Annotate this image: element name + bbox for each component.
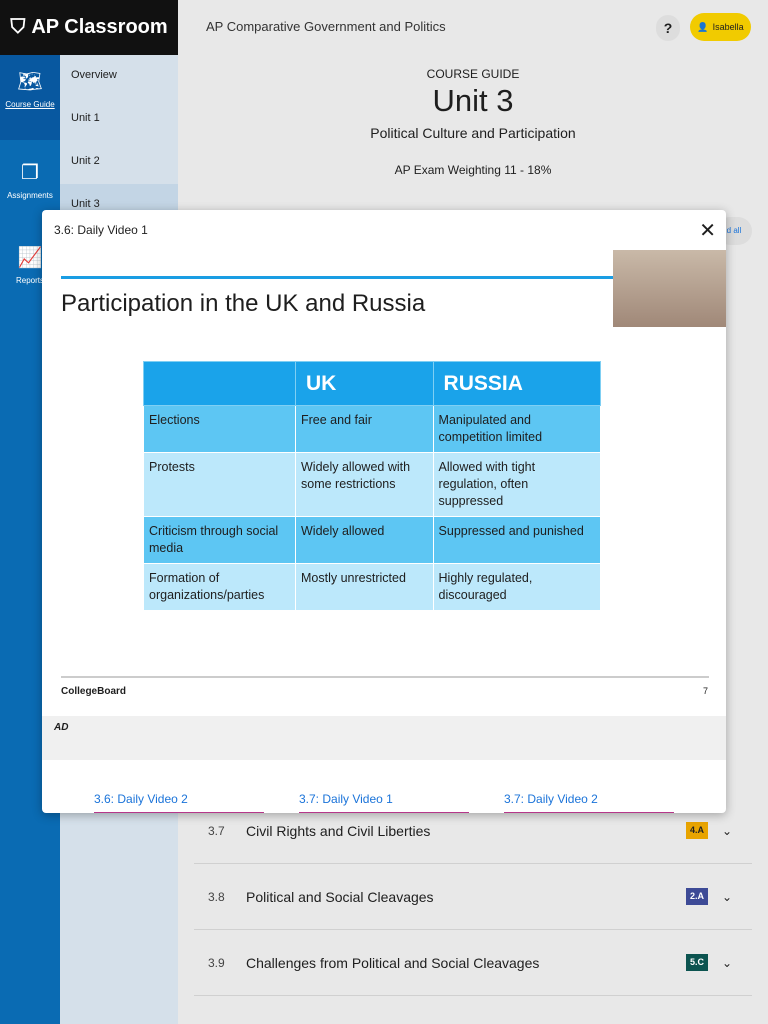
skill-badge: 2.A xyxy=(686,888,708,905)
course-title: AP Comparative Government and Politics xyxy=(206,19,446,34)
modal-title: 3.6: Daily Video 1 xyxy=(54,223,148,237)
section-row[interactable]: 3.8 Political and Social Cleavages 2.A ⌄ xyxy=(194,864,752,930)
slide-title: Participation in the UK and Russia xyxy=(61,290,426,317)
slide-page-number: 7 xyxy=(702,686,708,696)
presenter-webcam xyxy=(613,250,726,327)
tab-3-7-daily-video-1[interactable]: 3.7: Daily Video 1 xyxy=(299,792,469,813)
eyebrow: COURSE GUIDE xyxy=(426,67,520,81)
ad-icon[interactable]: AD xyxy=(54,722,68,733)
tab-3-6-daily-video-2[interactable]: 3.6: Daily Video 2 xyxy=(94,792,264,813)
tab-3-7-daily-video-2[interactable]: 3.7: Daily Video 2 xyxy=(504,792,674,813)
header-uk: UK xyxy=(295,361,434,406)
chevron-down-icon[interactable]: ⌄ xyxy=(722,824,752,838)
rail-course-guide[interactable]: 🗺 Course Guide xyxy=(0,55,60,140)
acorn-icon: ⛉ xyxy=(10,16,26,38)
header-russia: RUSSIA xyxy=(432,361,602,406)
section-row[interactable]: 3.9 Challenges from Political and Social … xyxy=(194,930,752,996)
nav-overview[interactable]: Overview xyxy=(60,55,178,98)
audio-description-bar: AD xyxy=(42,716,726,760)
map-icon: 🗺 xyxy=(17,71,43,93)
slide-rule xyxy=(61,276,613,279)
comparison-table: UK RUSSIA Elections Free and fair Manipulat… xyxy=(143,361,602,611)
rail-assignments[interactable]: ❐ Assignments xyxy=(0,160,60,200)
user-menu-button[interactable]: 👤 Isabella xyxy=(690,13,751,41)
table-row: Elections Free and fair Manipulated and co… xyxy=(143,405,602,453)
ap-classroom-logo[interactable]: ⛉ AP Classroom xyxy=(0,0,178,55)
chevron-down-icon[interactable]: ⌄ xyxy=(722,956,752,970)
skill-badge: 4.A xyxy=(686,822,708,839)
help-button[interactable]: ? xyxy=(656,15,680,41)
nav-unit-2[interactable]: Unit 2 xyxy=(60,141,178,184)
copy-icon: ❐ xyxy=(21,162,39,184)
table-row: Criticism through social media Widely all… xyxy=(143,516,602,564)
unit-title: Unit 3 xyxy=(432,83,514,118)
slide-footer-rule xyxy=(61,676,709,678)
video-modal: 3.6: Daily Video 1 ✕ Participation in th… xyxy=(42,210,726,813)
table-row: Formation of organizations/parties Mostly… xyxy=(143,563,602,611)
close-icon[interactable]: ✕ xyxy=(699,218,716,243)
unit-subtitle: Political Culture and Participation xyxy=(370,125,576,141)
skill-badge: 5.C xyxy=(686,954,708,971)
video-player[interactable]: Participation in the UK and Russia UK RUS… xyxy=(42,248,726,716)
chevron-down-icon[interactable]: ⌄ xyxy=(722,890,752,904)
nav-unit-1[interactable]: Unit 1 xyxy=(60,98,178,141)
collegeboard-logo: CollegeBoard xyxy=(61,686,127,697)
exam-weighting: AP Exam Weighting 11 - 18% xyxy=(394,163,552,177)
table-row: Protests Widely allowed with some restric… xyxy=(143,452,602,517)
unit-header: COURSE GUIDE Unit 3 Political Culture an… xyxy=(178,55,768,177)
user-icon: 👤 xyxy=(697,21,709,32)
